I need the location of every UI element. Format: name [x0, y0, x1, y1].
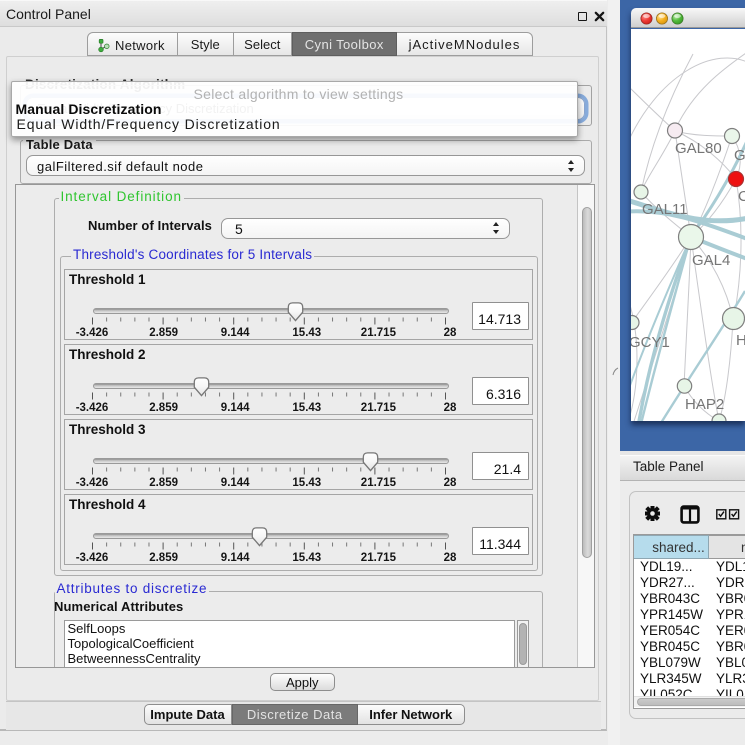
- svg-text:C: C: [738, 188, 745, 205]
- svg-text:GAL11: GAL11: [642, 201, 688, 218]
- svg-text:H: H: [736, 332, 745, 349]
- svg-text:HAP2: HAP2: [685, 396, 724, 413]
- svg-text:GAL80: GAL80: [675, 140, 722, 157]
- svg-text:GAL4: GAL4: [692, 252, 730, 269]
- svg-text:G: G: [734, 147, 745, 164]
- svg-text:GCY1: GCY1: [631, 334, 670, 351]
